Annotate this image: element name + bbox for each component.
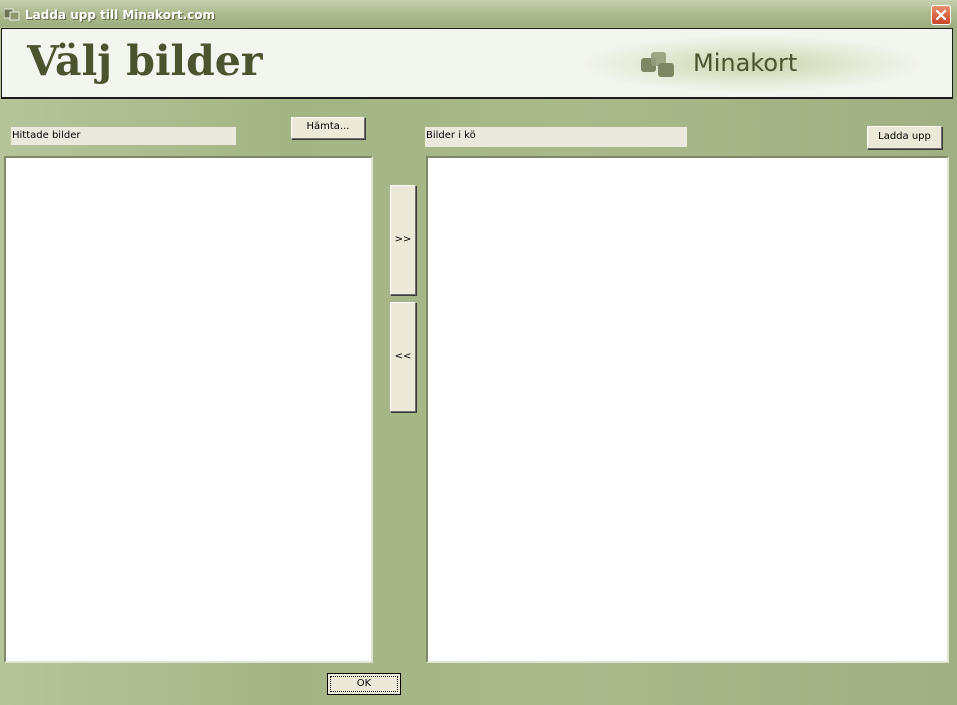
app-icon: [4, 8, 20, 21]
ok-button-label: OK: [330, 676, 398, 692]
close-button[interactable]: [931, 5, 951, 25]
queue-label: Bilder i kö: [425, 127, 687, 147]
window-title: Ladda upp till Minakort.com: [25, 8, 216, 22]
found-images-list[interactable]: [4, 156, 373, 663]
header-banner: Välj bilder Minakort: [1, 28, 953, 99]
fetch-button[interactable]: Hämta...: [291, 117, 365, 139]
logo-text: Minakort: [693, 49, 798, 77]
remove-from-queue-button[interactable]: <<: [390, 302, 416, 412]
ok-button[interactable]: OK: [327, 673, 401, 695]
title-bar[interactable]: Ladda upp till Minakort.com: [0, 0, 957, 27]
page-title: Välj bilder: [27, 37, 263, 85]
queue-list[interactable]: [426, 156, 949, 663]
add-to-queue-button[interactable]: >>: [390, 185, 416, 295]
minakort-logo-icon: [641, 52, 674, 77]
upload-button[interactable]: Ladda upp: [867, 126, 942, 149]
found-images-label: Hittade bilder: [11, 127, 236, 145]
app-window: Ladda upp till Minakort.com Välj bilder …: [0, 0, 957, 705]
close-icon: [935, 9, 947, 21]
